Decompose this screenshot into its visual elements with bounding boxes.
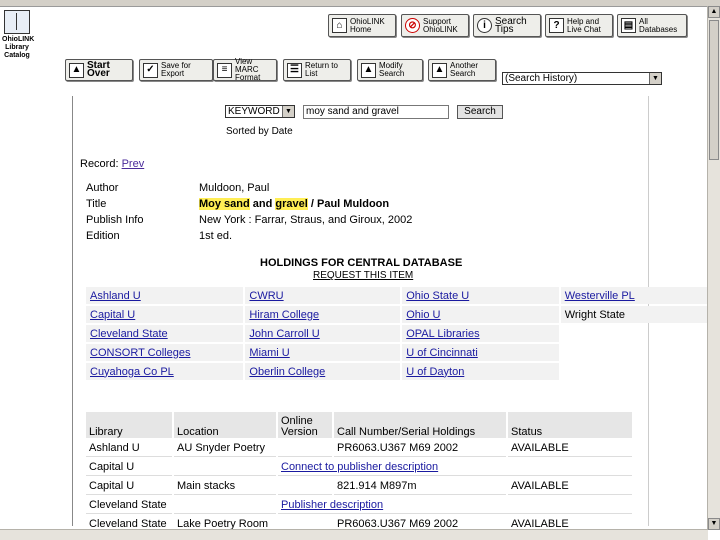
arrow-up-icon: ▲ — [69, 62, 84, 78]
library-link[interactable]: Ohio State U — [402, 287, 559, 304]
home-icon: ⌂ — [332, 18, 347, 33]
horizontal-scrollbar[interactable] — [0, 529, 708, 540]
holdings-title: HOLDINGS FOR CENTRAL DATABASE — [260, 257, 463, 269]
prev-record-link[interactable]: Prev — [122, 158, 145, 170]
scroll-down-icon[interactable]: ▼ — [708, 518, 720, 530]
scroll-thumb[interactable] — [709, 20, 719, 160]
dropdown-arrow-icon: ▼ — [649, 73, 661, 84]
library-link[interactable]: OPAL Libraries — [402, 325, 559, 342]
info-icon: i — [477, 18, 492, 33]
search-tips-button[interactable]: i Search Tips — [473, 14, 541, 37]
dropdown-arrow-icon: ▼ — [282, 106, 294, 117]
search-button[interactable]: Search — [457, 105, 503, 119]
question-icon: ? — [549, 18, 564, 33]
table-row: Cleveland State Publisher description — [86, 497, 632, 514]
publish-info-label: Publish Info — [86, 214, 144, 226]
library-link[interactable]: Capital U — [86, 306, 244, 323]
library-link[interactable]: John Carroll U — [245, 325, 401, 342]
ohiolink-logo[interactable]: OhioLINK Library Catalog — [2, 10, 35, 60]
column-header: Status — [508, 412, 632, 438]
another-arrow-icon: ▲ — [432, 62, 447, 78]
empty-cell — [561, 344, 718, 361]
all-databases-button[interactable]: ▤ All Databases — [617, 14, 687, 37]
search-input[interactable]: moy sand and gravel — [303, 105, 449, 119]
document-icon: ≡ — [217, 62, 232, 78]
publish-info-value: New York : Farrar, Straus, and Giroux, 2… — [199, 214, 413, 226]
publisher-description-link[interactable]: Connect to publisher description — [281, 461, 438, 473]
title-value: Moy sand and gravel / Paul Muldoon — [199, 198, 390, 210]
return-to-list-button[interactable]: ☰ Return to List — [283, 59, 351, 81]
library-link[interactable]: U of Cincinnati — [402, 344, 559, 361]
library-link[interactable]: Oberlin College — [245, 363, 401, 380]
library-link[interactable]: Hiram College — [245, 306, 401, 323]
library-link[interactable]: CONSORT Colleges — [86, 344, 244, 361]
title-label: Title — [86, 198, 107, 210]
list-icon: ☰ — [287, 62, 302, 78]
databases-icon: ▤ — [621, 18, 636, 33]
another-search-button[interactable]: ▲ Another Search — [428, 59, 496, 81]
scroll-up-icon[interactable]: ▲ — [708, 6, 720, 18]
support-ohiolink-button[interactable]: ⊘ Support OhioLINK — [401, 14, 469, 37]
library-link[interactable]: Westerville PL — [560, 287, 718, 304]
table-row: Capital U Connect to publisher descripti… — [86, 459, 632, 476]
column-header: Library — [86, 412, 172, 438]
column-header: Location — [174, 412, 276, 438]
column-header: Call Number/Serial Holdings — [334, 412, 506, 438]
table-row: Ashland U AU Snyder Poetry PR6063.U367 M… — [86, 440, 632, 457]
column-header: Online Version — [278, 412, 332, 438]
record-nav: Record: Prev — [80, 158, 145, 170]
edition-label: Edition — [86, 230, 120, 242]
search-history-select[interactable]: (Search History) ▼ — [502, 72, 662, 85]
vertical-scrollbar[interactable]: ▲ ▼ — [707, 6, 720, 530]
start-over-button[interactable]: ▲ Start Over — [65, 59, 133, 81]
library-link[interactable]: Ohio U — [402, 306, 559, 323]
library-link[interactable]: U of Dayton — [402, 363, 559, 380]
holdings-table: Library Location Online Version Call Num… — [84, 410, 634, 535]
library-link[interactable]: Cleveland State — [86, 325, 244, 342]
view-marc-format-button[interactable]: ≡ View MARC Format — [213, 58, 277, 82]
empty-cell — [561, 325, 718, 342]
save-for-export-button[interactable]: ✓ Save for Export — [139, 59, 213, 81]
request-item-link[interactable]: REQUEST THIS ITEM — [313, 270, 413, 281]
no-icon: ⊘ — [405, 18, 420, 33]
logo-text: OhioLINK Library Catalog — [2, 36, 35, 59]
modify-arrow-icon: ▲ — [361, 62, 376, 78]
help-live-chat-button[interactable]: ? Help and Live Chat — [545, 14, 613, 37]
empty-cell — [561, 363, 718, 380]
library-link[interactable]: CWRU — [245, 287, 401, 304]
browser-toolbar-strip — [0, 0, 720, 7]
library-links-table: Ashland U CWRU Ohio State U Westerville … — [84, 285, 720, 382]
publisher-description-link[interactable]: Publisher description — [281, 499, 383, 511]
search-type-select[interactable]: KEYWORD ▼ — [225, 105, 295, 118]
library-name: Wright State — [560, 306, 718, 323]
author-value: Muldoon, Paul — [199, 182, 270, 194]
book-icon — [4, 10, 30, 34]
modify-search-button[interactable]: ▲ Modify Search — [357, 59, 423, 81]
edition-value: 1st ed. — [199, 230, 233, 242]
ohiolink-home-button[interactable]: ⌂ OhioLINK Home — [328, 14, 396, 37]
library-link[interactable]: Miami U — [245, 344, 401, 361]
checkbox-icon: ✓ — [143, 62, 158, 78]
sort-label: Sorted by Date — [226, 126, 293, 137]
table-row: Capital U Main stacks 821.914 M897m AVAI… — [86, 478, 632, 495]
author-label: Author — [86, 182, 119, 194]
library-link[interactable]: Ashland U — [86, 287, 244, 304]
library-link[interactable]: Cuyahoga Co PL — [86, 363, 244, 380]
